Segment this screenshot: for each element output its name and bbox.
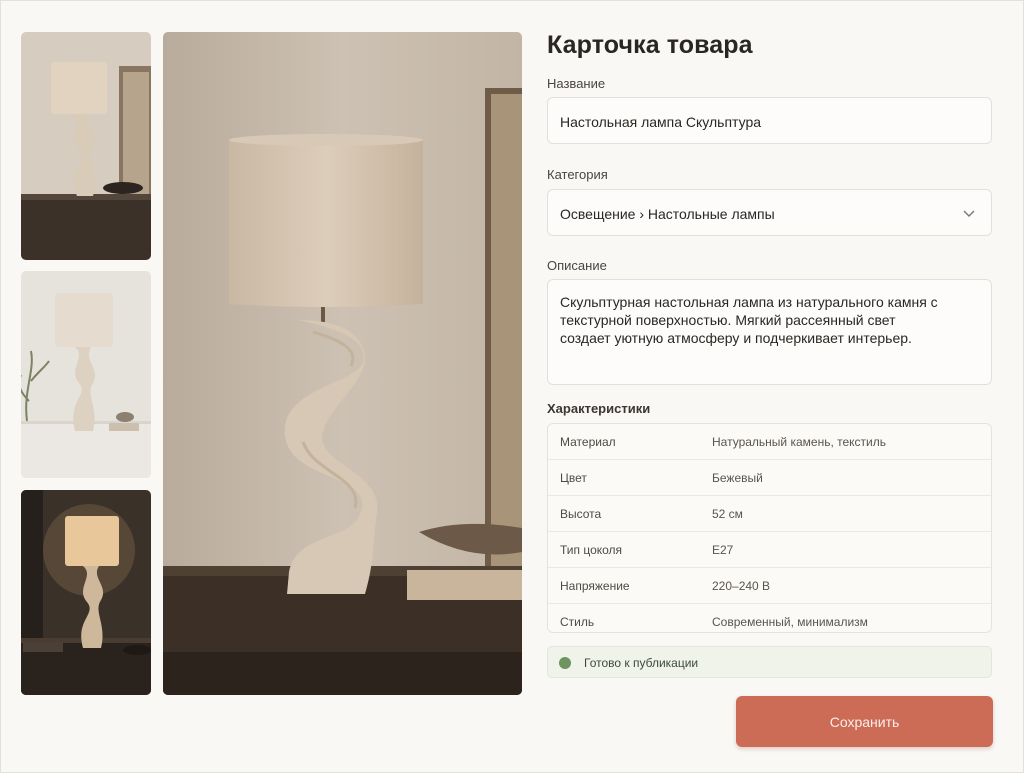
- spec-row: Напряжение 220–240 В: [548, 568, 991, 604]
- description-label: Описание: [547, 258, 607, 273]
- name-label: Название: [547, 76, 606, 91]
- spec-row: Тип цоколя E27: [548, 532, 991, 568]
- lamp-photo-main: [163, 32, 522, 695]
- spec-row: Стиль Современный, минимализм: [548, 604, 991, 632]
- spec-key: Материал: [560, 435, 616, 449]
- category-value: Освещение › Настольные лампы: [560, 206, 775, 222]
- spec-key: Цвет: [560, 471, 587, 485]
- spec-value[interactable]: Натуральный камень, текстиль: [712, 435, 886, 449]
- name-input[interactable]: Настольная лампа Скульптура: [547, 97, 992, 144]
- chevron-down-icon: [963, 210, 975, 217]
- spec-value[interactable]: 52 см: [712, 507, 743, 521]
- save-button[interactable]: Сохранить: [736, 696, 993, 747]
- spec-key: Тип цоколя: [560, 543, 623, 557]
- lamp-photo-thumbnail-2: [21, 271, 151, 478]
- lamp-photo-thumbnail-1: [21, 32, 151, 260]
- specs-heading: Характеристики: [547, 401, 651, 416]
- main-product-photo: [163, 32, 522, 695]
- category-label: Категория: [547, 167, 608, 182]
- description-text: Скульптурная настольная лампа из натурал…: [560, 294, 938, 346]
- thumbnail-3[interactable]: [21, 490, 151, 695]
- description-textarea[interactable]: Скульптурная настольная лампа из натурал…: [547, 279, 992, 385]
- spec-key: Стиль: [560, 615, 595, 629]
- status-badge: Готово к публикации: [547, 646, 992, 678]
- spec-key: Напряжение: [560, 579, 630, 593]
- thumbnail-1[interactable]: [21, 32, 151, 260]
- specs-table: Материал Натуральный камень, текстиль Цв…: [547, 423, 992, 633]
- spec-row: Цвет Бежевый: [548, 460, 991, 496]
- spec-value[interactable]: Современный, минимализм: [712, 615, 868, 629]
- page-title: Карточка товара: [547, 31, 753, 59]
- spec-key: Высота: [560, 507, 602, 521]
- spec-value[interactable]: 220–240 В: [712, 579, 770, 593]
- spec-value[interactable]: E27: [712, 543, 733, 557]
- category-select[interactable]: Освещение › Настольные лампы: [547, 189, 992, 236]
- status-text: Готово к публикации: [584, 656, 699, 670]
- spec-value[interactable]: Бежевый: [712, 471, 763, 485]
- status-dot-icon: [559, 657, 571, 669]
- spec-row: Материал Натуральный камень, текстиль: [548, 424, 991, 460]
- lamp-photo-thumbnail-3: [21, 490, 151, 695]
- spec-row: Высота 52 см: [548, 496, 991, 532]
- thumbnail-2[interactable]: [21, 271, 151, 478]
